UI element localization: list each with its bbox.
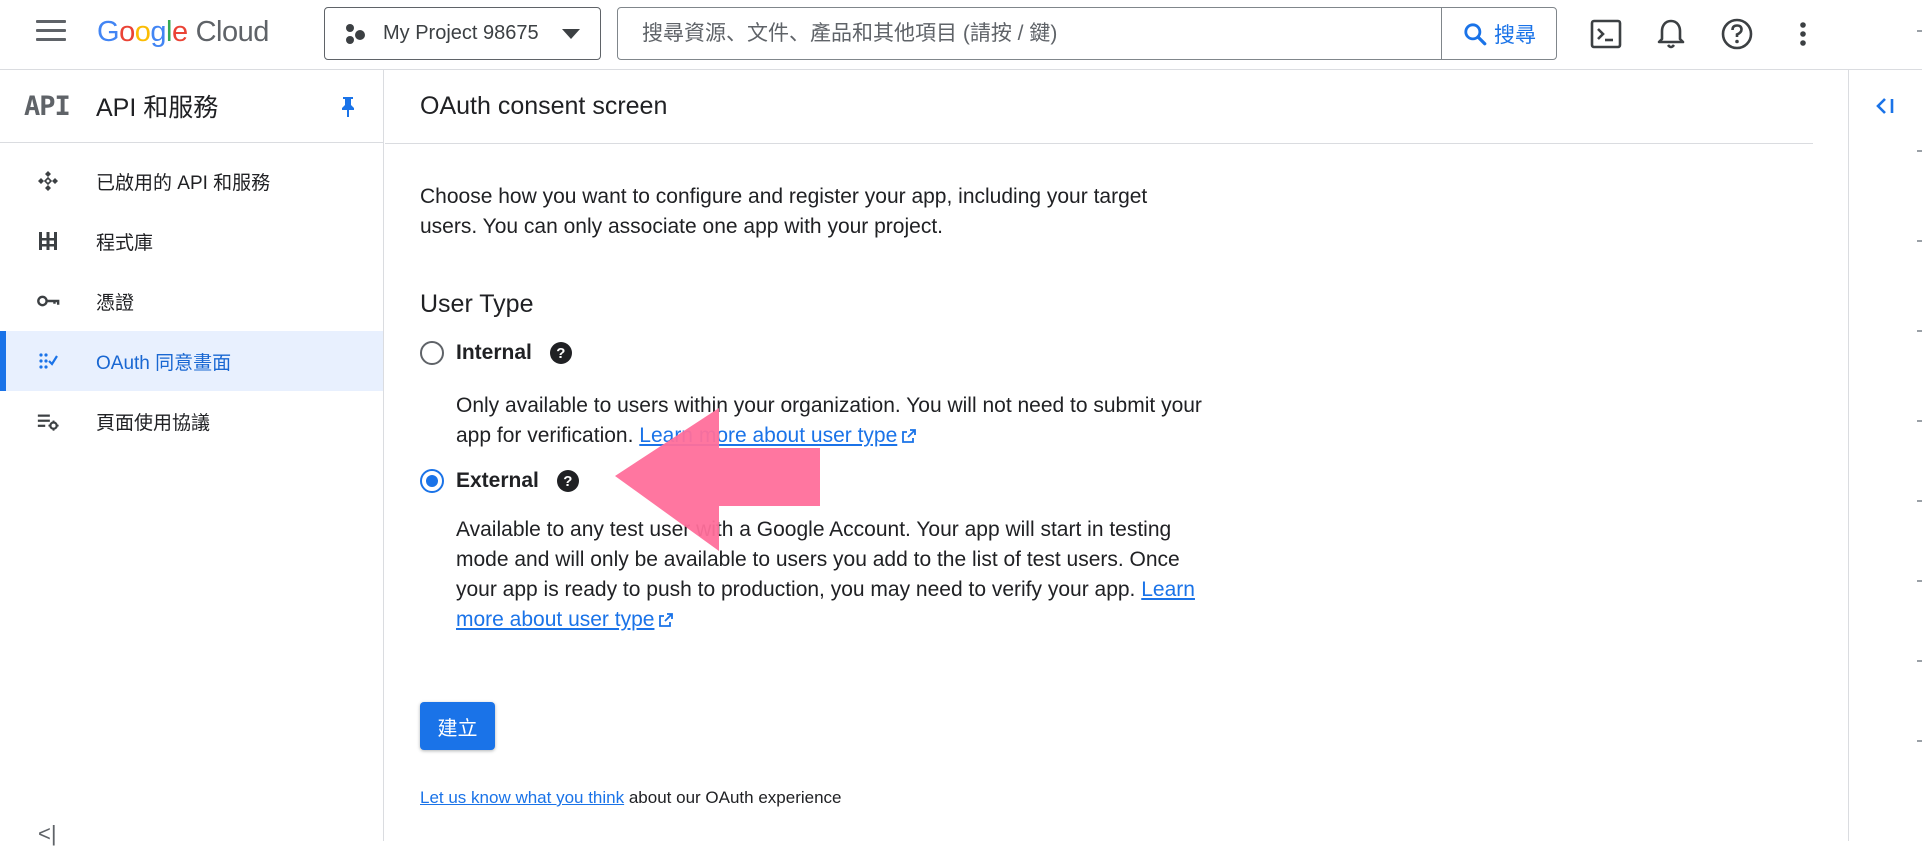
chevron-down-icon [562, 29, 580, 39]
feedback-suffix: about our OAuth experience [624, 788, 842, 807]
external-description: Available to any test user with a Google… [456, 515, 1216, 635]
sidebar-item-label: OAuth 同意畫面 [96, 352, 232, 374]
pin-icon[interactable] [339, 96, 357, 123]
apis-icon [36, 169, 60, 193]
google-cloud-logo[interactable]: Google Cloud [97, 16, 269, 49]
menu-icon[interactable] [36, 20, 66, 50]
sidebar-header: API API 和服務 [0, 70, 383, 143]
sidebar-nav: 已啟用的 API 和服務 程式庫 憑證 OAuth 同意畫面 頁面使用協議 [0, 143, 383, 451]
sidebar-item-label: 憑證 [96, 292, 135, 314]
consent-form: Choose how you want to configure and reg… [385, 144, 1848, 808]
page-title: OAuth consent screen [420, 92, 668, 120]
search-button[interactable]: 搜尋 [1441, 8, 1556, 59]
feedback-text: Let us know what you think about our OAu… [420, 788, 1848, 808]
internal-radio[interactable] [420, 341, 444, 365]
search-box: 搜尋 [617, 7, 1557, 60]
sidebar-item-credentials[interactable]: 憑證 [0, 271, 383, 331]
external-label[interactable]: External [456, 469, 539, 493]
annotation-arrow [615, 408, 820, 551]
sidebar-item-label: 程式庫 [96, 232, 154, 254]
sidebar-item-page-usage-agreements[interactable]: 頁面使用協議 [0, 391, 383, 451]
library-icon [36, 229, 60, 253]
expand-panel-icon[interactable] [1873, 94, 1897, 123]
project-name: My Project 98675 [383, 22, 539, 44]
help-circle-icon[interactable]: ? [549, 342, 572, 364]
help-circle-icon[interactable]: ? [556, 470, 579, 492]
sidebar-item-enabled-apis[interactable]: 已啟用的 API 和服務 [0, 151, 383, 211]
feedback-link[interactable]: Let us know what you think [420, 788, 624, 807]
internal-option: Internal ? [420, 337, 1848, 369]
bell-icon[interactable] [1653, 16, 1689, 52]
sidebar-item-label: 頁面使用協議 [96, 412, 211, 434]
search-icon [1464, 22, 1487, 45]
external-radio[interactable] [420, 469, 444, 493]
oauth-icon [36, 349, 60, 373]
search-input[interactable] [618, 8, 1441, 59]
page-header: OAuth consent screen [385, 70, 1813, 144]
page-settings-icon [36, 409, 60, 433]
external-link-icon [902, 429, 917, 443]
project-icon [345, 23, 367, 45]
create-button[interactable]: 建立 [420, 702, 495, 750]
top-bar: Google Cloud My Project 98675 搜尋 [0, 0, 1922, 70]
key-icon [36, 289, 60, 313]
internal-description: Only available to users within your orga… [456, 391, 1216, 451]
more-vert-icon[interactable] [1785, 16, 1821, 52]
scroll-edge-marks [1916, 0, 1922, 841]
internal-label[interactable]: Internal [456, 341, 532, 365]
search-button-label: 搜尋 [1494, 23, 1536, 47]
right-side-panel [1848, 70, 1922, 841]
collapse-sidebar-icon[interactable]: <| [38, 821, 57, 847]
sidebar-item-library[interactable]: 程式庫 [0, 211, 383, 271]
sidebar-title: API 和服務 [96, 94, 219, 122]
sidebar-item-oauth-consent[interactable]: OAuth 同意畫面 [0, 331, 383, 391]
api-logo: API [24, 90, 71, 122]
project-picker[interactable]: My Project 98675 [324, 7, 601, 60]
sidebar: API API 和服務 已啟用的 API 和服務 程式庫 憑證 OAuth 同意… [0, 70, 384, 846]
cloud-shell-icon[interactable] [1588, 16, 1624, 52]
user-type-heading: User Type [420, 290, 534, 318]
intro-text: Choose how you want to configure and reg… [420, 185, 1148, 238]
help-icon[interactable] [1719, 16, 1755, 52]
external-link-icon [659, 613, 674, 627]
main-content: OAuth consent screen Choose how you want… [385, 70, 1848, 841]
sidebar-item-label: 已啟用的 API 和服務 [96, 172, 271, 194]
